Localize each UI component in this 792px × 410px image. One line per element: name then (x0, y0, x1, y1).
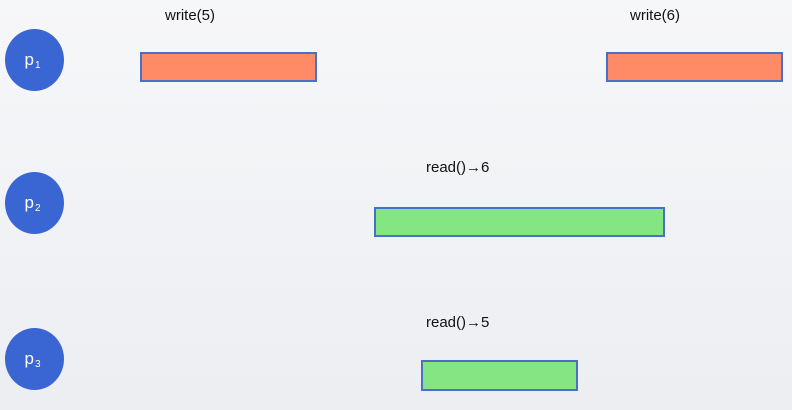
process-p3-index: 3 (34, 358, 41, 370)
process-p1-node: p1 (5, 29, 64, 91)
process-p2-node: p2 (5, 172, 64, 234)
process-p1-index: 1 (34, 59, 41, 71)
process-p3-node: p3 (5, 328, 64, 390)
process-p2-index: 2 (34, 202, 41, 214)
p1-write-5-bar (140, 52, 317, 82)
p3-read-bar (421, 360, 578, 391)
p1-write-6-label: write(6) (630, 7, 681, 24)
process-p3-letter: p (24, 349, 34, 368)
p2-read-label: read()→6 (426, 159, 490, 176)
p1-write-5-label: write(5) (165, 7, 216, 24)
process-p2-letter: p (24, 193, 34, 212)
p2-read-bar (374, 207, 665, 237)
p3-read-label: read()→5 (426, 314, 490, 331)
p1-write-6-bar (606, 52, 783, 82)
process-p1-letter: p (24, 50, 34, 69)
